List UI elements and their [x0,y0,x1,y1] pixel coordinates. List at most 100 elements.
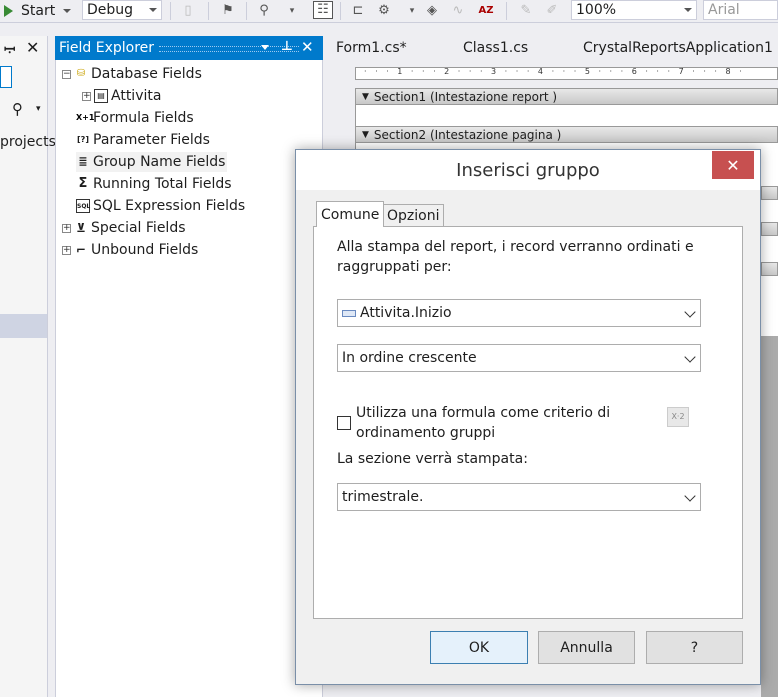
tree-item-formula-fields[interactable]: X+1 Formula Fields [76,108,194,128]
formula-icon: X+1 [76,113,95,122]
tree-item-unbound-fields[interactable]: + ⌐ Unbound Fields [62,240,198,260]
collapse-icon: ▼ [362,91,369,102]
group-field-select[interactable]: Attivita.Inizio [337,299,701,327]
chevron-down-icon [149,8,157,12]
tree-item-label: Special Fields [91,220,186,236]
start-label: Start [21,3,56,19]
ok-button[interactable]: OK [430,631,528,664]
chevron-down-icon[interactable] [261,45,269,50]
tree-item-parameter-fields[interactable]: [?] Parameter Fields [76,130,210,150]
tab-label: Opzioni [387,207,440,224]
toolbar-separator [246,2,247,20]
toolbar-button[interactable] [0,66,12,88]
device-icon[interactable]: ▯ [180,3,196,19]
special-icon: ⊻ [76,221,86,235]
tree-item-database-fields[interactable]: − ⛁ Database Fields [62,64,202,84]
tree-item-sql-expression-fields[interactable]: SQL SQL Expression Fields [76,196,245,216]
section-label: Section1 (Intestazione report ) [373,89,558,104]
database-icon: ⛁ [76,68,86,79]
expand-icon[interactable]: + [62,223,71,233]
close-button[interactable]: ✕ [712,151,754,179]
chevron-down-icon[interactable]: ▾ [36,104,41,114]
toolbar-separator [208,2,209,20]
search-text: projects [0,134,56,150]
section-print-select[interactable]: trimestrale. [337,483,701,511]
grip [159,46,299,52]
chevron-down-icon [684,8,692,12]
expert-icon[interactable]: ◈ [424,3,440,19]
chevron-down-icon [684,306,696,318]
tab-opzioni[interactable]: Opzioni [382,204,445,226]
config-combo[interactable]: Debug [82,0,162,20]
tree-item-running-total-fields[interactable]: Σ Running Total Fields [76,174,232,194]
link-icon[interactable]: ⚙ [376,3,392,19]
report-background [761,336,778,697]
section-header-partial[interactable] [761,262,778,276]
cancel-label: Annulla [560,639,613,656]
hierarchy-icon[interactable]: ⊏ [350,3,366,19]
parameter-icon: [?] [77,135,89,144]
formula-checkbox[interactable] [337,416,351,430]
edit-icon[interactable]: ✎ [518,3,534,19]
font-combo[interactable]: Arial [703,0,778,20]
section-header-partial[interactable] [761,186,778,200]
toolbar-separator [340,2,341,20]
tree-item-label: Parameter Fields [93,132,210,148]
group-name-icon: ≣ [78,155,88,168]
section-header-1[interactable]: ▼ Section1 (Intestazione report ) [355,88,778,105]
expand-icon[interactable]: + [82,91,91,101]
formula-editor-button[interactable]: X·2 [667,407,689,427]
tab-crystal-reports-application[interactable]: CrystalReportsApplication1 [583,40,773,56]
field-icon [342,309,356,317]
cancel-button[interactable]: Annulla [538,631,635,664]
pin-icon[interactable]: ꟷ̣ [4,40,15,59]
expand-icon[interactable]: + [62,245,71,255]
collapse-icon: ▼ [362,129,369,140]
pin-icon[interactable]: ⊥ [281,39,293,54]
section-print-value: trimestrale. [342,489,424,505]
section-header-partial[interactable] [761,222,778,236]
tab-label: Comune [321,206,380,223]
tree-item-label: Formula Fields [93,110,194,126]
chevron-down-icon[interactable]: ▾ [404,3,420,19]
tab-panel: Alla stampa del report, i record verrann… [313,226,743,619]
help-button[interactable]: ? [646,631,743,664]
collapse-icon[interactable]: − [62,69,71,79]
tab-form1[interactable]: Form1.cs* [336,40,407,56]
field-explorer-tree: − ⛁ Database Fields + ▤ Attivita X+1 For… [55,60,323,697]
tree-item-label: Attivita [111,88,162,104]
tab-comune[interactable]: Comune [316,201,385,227]
tree-item-attivita[interactable]: + ▤ Attivita [82,86,161,106]
selected-row[interactable] [0,314,47,338]
chart-icon[interactable]: ∿ [450,3,466,19]
formula-icon: X·2 [671,412,685,421]
search-icon[interactable]: ⚲ [12,100,23,118]
find-icon[interactable]: ⚲ [256,3,272,19]
zoom-combo[interactable]: 100% [571,0,697,20]
section-body-1[interactable] [355,105,778,126]
font-value: Arial [708,2,740,18]
eraser-icon[interactable]: ✐ [544,3,560,19]
close-icon[interactable]: ✕ [301,38,314,56]
tree-item-label: Unbound Fields [91,242,199,258]
sort-icon[interactable]: AZ [478,3,494,19]
tree-item-special-fields[interactable]: + ⊻ Special Fields [62,218,186,238]
close-icon[interactable]: ✕ [26,38,39,57]
tree-view-icon[interactable]: ☷ [313,1,333,19]
sort-order-select[interactable]: In ordine crescente [337,344,701,372]
dialog-title-bar: Inserisci gruppo [296,150,760,190]
unbound-icon: ⌐ [75,243,87,257]
tree-item-group-name-fields[interactable]: ≣ Group Name Fields [76,152,228,172]
attach-icon[interactable]: ⚑ [220,3,236,19]
start-button[interactable]: Start [4,0,72,22]
section-print-label: La sezione verrà stampata: [337,451,528,467]
field-explorer-header: Field Explorer ⊥ ✕ [55,36,323,60]
sort-order-value: In ordine crescente [342,350,477,366]
tree-item-label: Group Name Fields [93,154,226,170]
chevron-down-icon [684,351,696,363]
section-header-2[interactable]: ▼ Section2 (Intestazione pagina ) [355,126,778,143]
tab-class1[interactable]: Class1.cs [463,40,528,56]
zoom-value: 100% [576,2,617,18]
insert-group-dialog: Inserisci gruppo ✕ Comune Opzioni Alla s… [295,149,761,685]
chevron-down-icon[interactable]: ▾ [284,3,300,19]
